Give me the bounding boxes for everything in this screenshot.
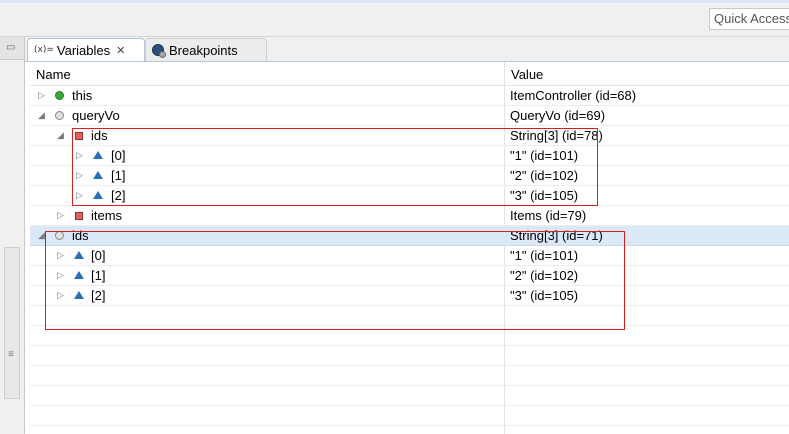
table-row[interactable]: ▷ items Items (id=79) xyxy=(30,206,789,226)
variable-name: this xyxy=(72,88,93,103)
table-row[interactable]: ◢ queryVo QueryVo (id=69) xyxy=(30,106,789,126)
left-side-pane: ▭ ≡ xyxy=(0,37,25,434)
breakpoints-icon xyxy=(152,44,166,58)
empty-row xyxy=(30,406,789,426)
collapse-arrow-icon[interactable]: ◢ xyxy=(57,130,67,142)
column-header-name[interactable]: Name xyxy=(36,67,71,82)
highlight-box-ids xyxy=(45,231,625,330)
scrollbar-grip-icon: ≡ xyxy=(8,349,14,360)
collapse-arrow-icon[interactable]: ◢ xyxy=(38,110,48,122)
variable-value: Items (id=79) xyxy=(510,208,587,223)
window-accent-line xyxy=(0,0,789,3)
variable-value: ItemController (id=68) xyxy=(510,88,637,103)
variables-icon: (x)= xyxy=(34,45,54,55)
variable-name: items xyxy=(91,208,123,223)
tab-variables-label: Variables xyxy=(56,42,111,58)
expand-arrow-icon[interactable]: ▷ xyxy=(38,90,48,102)
highlight-box-query-ids xyxy=(72,128,598,206)
view-tab-strip: (x)= Variables ✕ Breakpoints xyxy=(25,37,789,62)
column-header-row: Name Value xyxy=(30,64,789,86)
empty-row xyxy=(30,386,789,406)
tab-breakpoints[interactable]: Breakpoints xyxy=(145,38,267,61)
left-pane-tab[interactable]: ▭ xyxy=(0,37,24,60)
left-pane-scrollbar[interactable] xyxy=(4,247,20,399)
expand-arrow-icon[interactable]: ▷ xyxy=(57,210,67,222)
red-square-icon xyxy=(75,212,83,220)
variable-name: queryVo xyxy=(72,108,120,123)
empty-row xyxy=(30,346,789,366)
variable-value: QueryVo (id=69) xyxy=(510,108,606,123)
empty-row xyxy=(30,366,789,386)
top-toolbar: Quick Access xyxy=(0,0,789,37)
quick-access-input[interactable]: Quick Access xyxy=(709,8,789,30)
column-header-value[interactable]: Value xyxy=(511,67,543,82)
close-icon[interactable]: ✕ xyxy=(116,44,125,57)
tab-variables[interactable]: (x)= Variables ✕ xyxy=(27,38,145,61)
tab-breakpoints-label: Breakpoints xyxy=(169,42,238,58)
minimize-icon[interactable]: ▭ xyxy=(6,43,16,53)
gray-circle-icon xyxy=(55,111,64,120)
green-circle-icon xyxy=(55,91,64,100)
table-row[interactable]: ▷ this ItemController (id=68) xyxy=(30,86,789,106)
